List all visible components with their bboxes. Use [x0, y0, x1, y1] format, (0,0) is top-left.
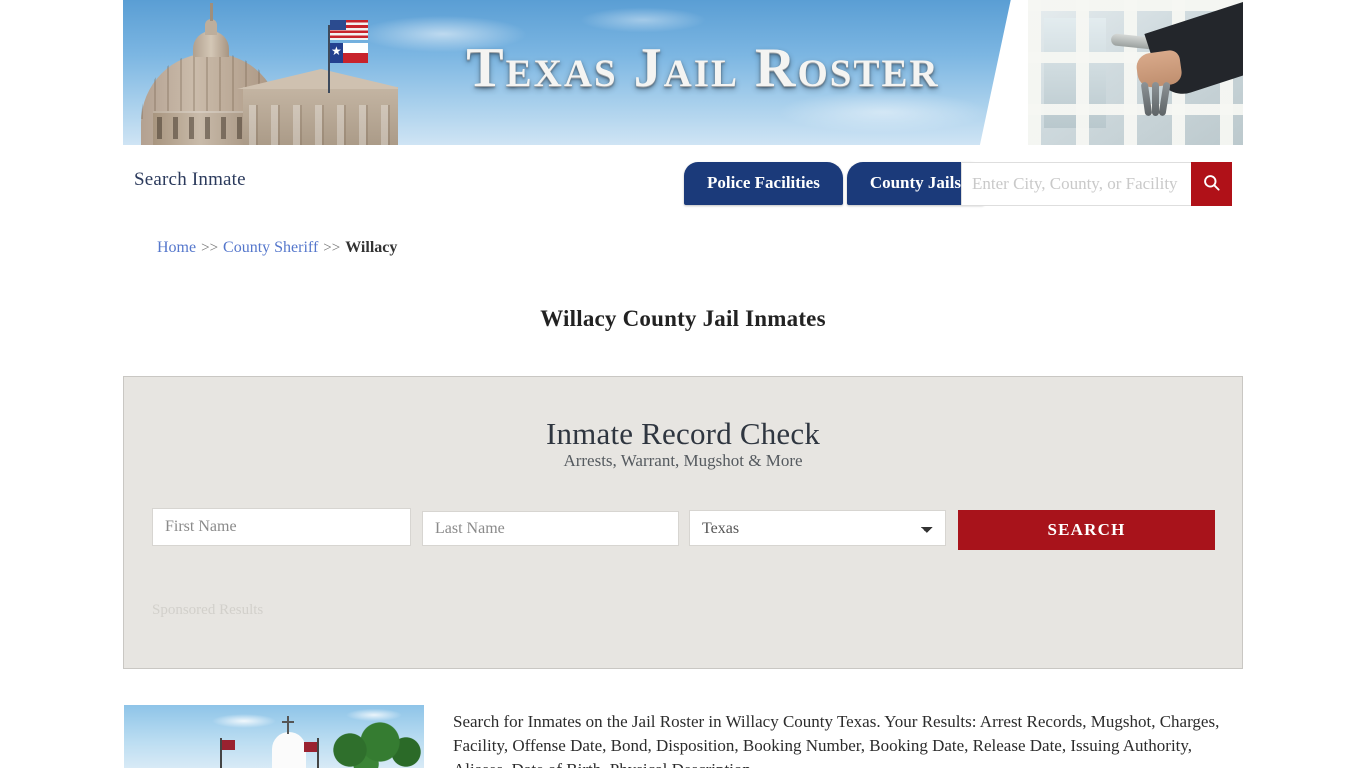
- page-title: Willacy County Jail Inmates: [540, 306, 826, 332]
- breadcrumb-item-county-sheriff[interactable]: County Sheriff: [223, 239, 318, 256]
- keys-icon: [1140, 81, 1171, 120]
- first-name-input[interactable]: [152, 508, 411, 546]
- search-input[interactable]: [961, 162, 1191, 206]
- capitol-columns: [249, 105, 391, 145]
- breadcrumb-item-current: Willacy: [345, 239, 398, 256]
- dome-spire: [210, 3, 213, 21]
- nav-tabs: Police Facilities County Jails: [684, 162, 984, 205]
- dome-lantern: [205, 19, 217, 35]
- inmate-record-check-panel: Inmate Record Check Arrests, Warrant, Mu…: [123, 376, 1243, 669]
- navigation-bar: Search Inmate Police Facilities County Ja…: [123, 145, 1243, 220]
- tab-police-facilities[interactable]: Police Facilities: [684, 162, 843, 205]
- thumbnail-steeple: [272, 732, 306, 768]
- courthouse-thumbnail: [124, 705, 424, 768]
- panel-subtitle: Arrests, Warrant, Mugshot & More: [563, 451, 803, 470]
- last-name-input[interactable]: [422, 511, 679, 546]
- breadcrumb-item-home[interactable]: Home: [157, 239, 196, 256]
- sponsored-results-label: Sponsored Results: [152, 602, 264, 618]
- site-brand: Search Inmate: [134, 169, 246, 190]
- search-icon: [1202, 173, 1221, 195]
- site-banner: Texas Jail Roster: [123, 0, 1243, 145]
- inmate-search-form: Texas SEARCH: [124, 508, 1244, 558]
- thumbnail-flag-right: [304, 738, 319, 768]
- breadcrumb-separator-2: >>: [323, 240, 341, 256]
- form-search-button[interactable]: SEARCH: [958, 510, 1215, 550]
- breadcrumb-separator-1: >>: [201, 240, 219, 256]
- content-section: Search for Inmates on the Jail Roster in…: [123, 705, 1243, 768]
- thumbnail-trees: [328, 716, 424, 768]
- jail-door-image: [1028, 0, 1243, 145]
- page-root: Texas Jail Roster Search Inmate Police F…: [0, 0, 1366, 768]
- thumbnail-cross-icon: [282, 716, 294, 734]
- panel-title: Inmate Record Check: [545, 416, 821, 451]
- thumbnail-flag-left: [220, 738, 235, 768]
- search-submit-button[interactable]: [1191, 162, 1232, 206]
- content-description: Search for Inmates on the Jail Roster in…: [453, 712, 1220, 768]
- state-select[interactable]: Texas: [689, 510, 946, 546]
- breadcrumb: Home >> County Sheriff >> Willacy: [157, 239, 397, 257]
- header-search: [961, 162, 1232, 206]
